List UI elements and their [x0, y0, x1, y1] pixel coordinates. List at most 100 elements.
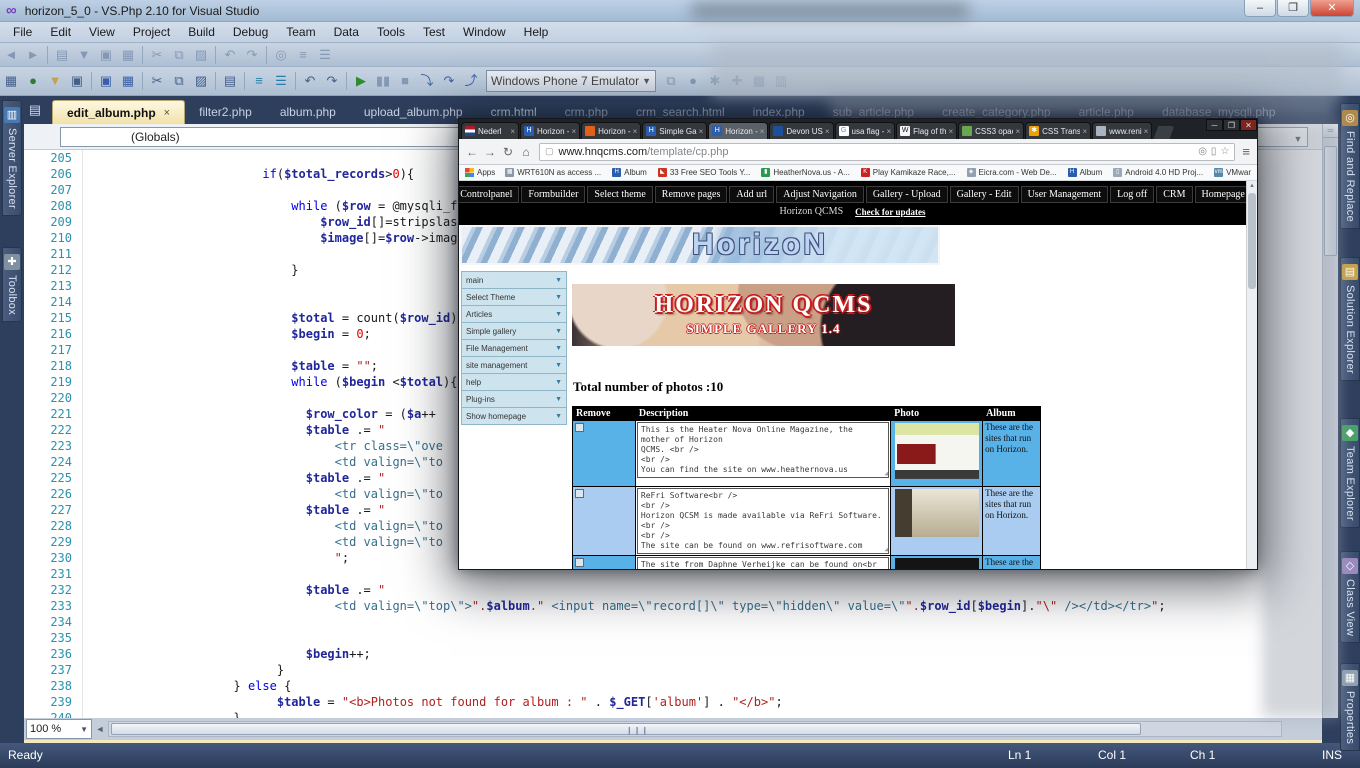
- parameter-info-icon[interactable]: ☰: [270, 71, 292, 91]
- browser-tab[interactable]: Horizon -×: [581, 122, 641, 139]
- extension-icon[interactable]: ▩: [748, 71, 770, 91]
- new-tab-button[interactable]: [1154, 126, 1175, 139]
- sidebar-item-simple-gallery[interactable]: Simple gallery▼: [461, 323, 567, 340]
- menu-view[interactable]: View: [80, 23, 124, 41]
- navigate-backward-icon[interactable]: ◄: [0, 45, 22, 65]
- apps-label[interactable]: Apps: [477, 168, 495, 177]
- menu-tools[interactable]: Tools: [368, 23, 414, 41]
- tab-edit_album.php[interactable]: edit_album.php×: [52, 100, 185, 124]
- site-nav-gallery---upload[interactable]: Gallery - Upload: [866, 186, 948, 203]
- bookmark-item[interactable]: ▮HeatherNova.us - A...: [761, 168, 849, 177]
- photo-thumbnail-daphne[interactable]: [895, 558, 979, 569]
- close-tab-icon[interactable]: ×: [1082, 127, 1087, 136]
- pause-debug-icon[interactable]: ▮▮: [372, 71, 394, 91]
- browser-tab[interactable]: Nederl×: [461, 122, 519, 139]
- copy-icon[interactable]: ⧉: [168, 45, 190, 65]
- list-members-icon[interactable]: ≡: [248, 71, 270, 91]
- window-layout-icon[interactable]: ▥: [770, 71, 792, 91]
- page-scrollbar[interactable]: ▲: [1246, 181, 1257, 569]
- site-nav-controlpanel[interactable]: Controlpanel: [459, 186, 519, 203]
- sidebar-item-show-homepage[interactable]: Show homepage▼: [461, 408, 567, 425]
- copy-icon[interactable]: ⧉: [168, 71, 190, 91]
- new-project-icon[interactable]: ▦: [0, 71, 22, 91]
- bookmark-item[interactable]: KPlay Kamikaze Race,...: [861, 168, 956, 177]
- bookmark-item[interactable]: HAlbum: [612, 168, 647, 177]
- sidebar-item-help[interactable]: help▼: [461, 374, 567, 391]
- new-file-icon[interactable]: ▤: [51, 45, 73, 65]
- minimize-button[interactable]: ─: [1206, 119, 1223, 131]
- browser-tab[interactable]: HHorizon -×: [708, 122, 768, 139]
- vertical-scrollbar-thumb[interactable]: [1324, 146, 1337, 256]
- step-over-icon[interactable]: ↷: [438, 71, 460, 91]
- photo-thumbnail-refri[interactable]: [895, 489, 979, 537]
- close-tab-icon[interactable]: ×: [699, 127, 704, 136]
- cut-icon[interactable]: ✂: [146, 45, 168, 65]
- menu-data[interactable]: Data: [325, 23, 368, 41]
- browser-tab[interactable]: WFlag of th×: [896, 122, 957, 139]
- start-debug-icon[interactable]: ▶: [350, 71, 372, 91]
- cut-icon[interactable]: ✂: [146, 71, 168, 91]
- close-button[interactable]: ✕: [1310, 0, 1354, 17]
- restore-button[interactable]: ❐: [1277, 0, 1309, 17]
- site-nav-formbuilder[interactable]: Formbuilder: [521, 186, 585, 203]
- stop-debug-icon[interactable]: ■: [394, 71, 416, 91]
- page-scrollbar-thumb[interactable]: [1248, 193, 1256, 289]
- forward-button[interactable]: →: [481, 145, 499, 159]
- site-nav-remove-pages[interactable]: Remove pages: [655, 186, 728, 203]
- reload-button[interactable]: ↻: [499, 145, 517, 159]
- browser-tab[interactable]: HHorizon -×: [520, 122, 580, 139]
- site-nav-crm[interactable]: CRM: [1156, 186, 1192, 203]
- open-folder-icon[interactable]: ▼: [44, 71, 66, 91]
- navigate-forward-icon[interactable]: ►: [22, 45, 44, 65]
- menu-build[interactable]: Build: [179, 23, 224, 41]
- photo-thumbnail-heathernova[interactable]: [895, 423, 979, 479]
- browser-tab[interactable]: HSimple Ga×: [642, 122, 707, 139]
- menu-test[interactable]: Test: [414, 23, 454, 41]
- panel-tab-toolbox[interactable]: ✚Toolbox: [2, 247, 22, 322]
- minimize-button[interactable]: –: [1244, 0, 1276, 17]
- menu-file[interactable]: File: [4, 23, 41, 41]
- close-tab-icon[interactable]: ×: [1144, 127, 1149, 136]
- panel-tab-properties[interactable]: ▦Properties: [1340, 663, 1360, 751]
- close-tab-icon[interactable]: ×: [825, 127, 830, 136]
- description-textarea[interactable]: The site from Daphne Verheijke can be fo…: [637, 557, 889, 569]
- bookmark-item[interactable]: vmVMware Player: Run ...: [1214, 168, 1251, 177]
- menu-debug[interactable]: Debug: [224, 23, 277, 41]
- save-icon[interactable]: ▣: [95, 71, 117, 91]
- home-button[interactable]: ⌂: [517, 145, 535, 159]
- add-control-icon[interactable]: ✚: [726, 71, 748, 91]
- bookmark-item[interactable]: ◈Eicra.com - Web De...: [967, 168, 1057, 177]
- device-icon[interactable]: ▯: [1211, 146, 1217, 157]
- close-tab-icon[interactable]: ×: [760, 127, 765, 136]
- close-button[interactable]: ✕: [1240, 119, 1257, 131]
- check-updates-link[interactable]: Check for updates: [855, 207, 925, 217]
- bookmark-item[interactable]: HAlbum: [1068, 168, 1103, 177]
- open-file-icon[interactable]: ▼: [73, 45, 95, 65]
- menu-help[interactable]: Help: [515, 23, 558, 41]
- description-textarea[interactable]: This is the Heater Nova Online Magazine,…: [637, 422, 889, 478]
- browser-tab[interactable]: www.reni×: [1092, 122, 1152, 139]
- browser-tab[interactable]: Devon US×: [769, 122, 833, 139]
- add-item-icon[interactable]: ▣: [66, 71, 88, 91]
- menu-team[interactable]: Team: [277, 23, 324, 41]
- find-icon[interactable]: ◎: [270, 45, 292, 65]
- panel-tab-class-view[interactable]: ◇Class View: [1340, 551, 1360, 643]
- close-tab-icon[interactable]: ×: [510, 127, 515, 136]
- scroll-up-arrow[interactable]: ▲: [1247, 181, 1257, 191]
- menu-project[interactable]: Project: [124, 23, 179, 41]
- undo-icon[interactable]: ↶: [299, 71, 321, 91]
- tab-album.php[interactable]: album.php: [266, 100, 350, 124]
- comment-icon[interactable]: ≡: [292, 45, 314, 65]
- search-icon[interactable]: ◎: [1198, 146, 1207, 157]
- back-button[interactable]: ←: [463, 145, 481, 159]
- sidebar-item-site-management[interactable]: site management▼: [461, 357, 567, 374]
- restore-button[interactable]: ❐: [1223, 119, 1240, 131]
- site-nav-log-off[interactable]: Log off: [1110, 186, 1154, 203]
- breakpoints-icon[interactable]: ●: [682, 71, 704, 91]
- browser-menu-icon[interactable]: ≡: [1242, 144, 1250, 159]
- redo-icon[interactable]: ↷: [241, 45, 263, 65]
- sidebar-item-file-management[interactable]: File Management▼: [461, 340, 567, 357]
- site-nav-add-url[interactable]: Add url: [729, 186, 774, 203]
- bookmark-item[interactable]: ▯Android 4.0 HD Proj...: [1113, 168, 1203, 177]
- remove-checkbox[interactable]: [575, 423, 584, 432]
